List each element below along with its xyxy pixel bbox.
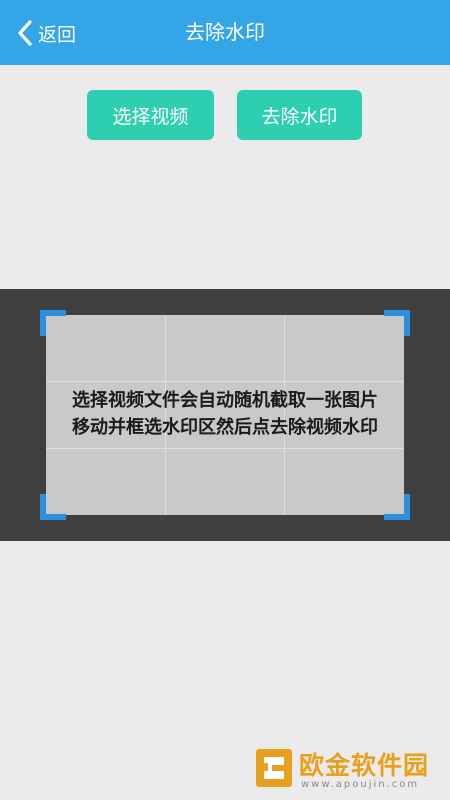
corner-handle-bottom-right[interactable] bbox=[384, 494, 410, 520]
instruction-line-2: 移动并框选水印区然后点去除视频水印 bbox=[72, 417, 378, 438]
site-watermark: 欧金软件园 www.apoujin.com bbox=[255, 742, 445, 796]
instruction-line-1: 选择视频文件会自动随机截取一张图片 bbox=[72, 390, 378, 411]
site-logo-icon bbox=[255, 748, 293, 788]
back-button[interactable]: 返回 bbox=[18, 16, 76, 50]
site-watermark-name: 欧金软件园 bbox=[299, 751, 430, 780]
instruction-text: 选择视频文件会自动随机截取一张图片 移动并框选水印区然后点去除视频水印 bbox=[46, 387, 404, 441]
header-bar: 返回 去除水印 bbox=[0, 0, 450, 65]
grid-line bbox=[46, 381, 404, 382]
back-label: 返回 bbox=[38, 23, 77, 46]
chevron-left-icon bbox=[18, 20, 32, 46]
select-video-button[interactable]: 选择视频 bbox=[87, 90, 214, 140]
corner-handle-bottom-left[interactable] bbox=[40, 494, 66, 520]
corner-handle-top-left[interactable] bbox=[40, 310, 66, 336]
remove-watermark-button[interactable]: 去除水印 bbox=[237, 90, 362, 140]
site-watermark-url: www.apoujin.com bbox=[301, 779, 420, 790]
video-preview-panel: 选择视频文件会自动随机截取一张图片 移动并框选水印区然后点去除视频水印 bbox=[0, 289, 450, 541]
grid-line bbox=[46, 448, 404, 449]
corner-handle-top-right[interactable] bbox=[384, 310, 410, 336]
